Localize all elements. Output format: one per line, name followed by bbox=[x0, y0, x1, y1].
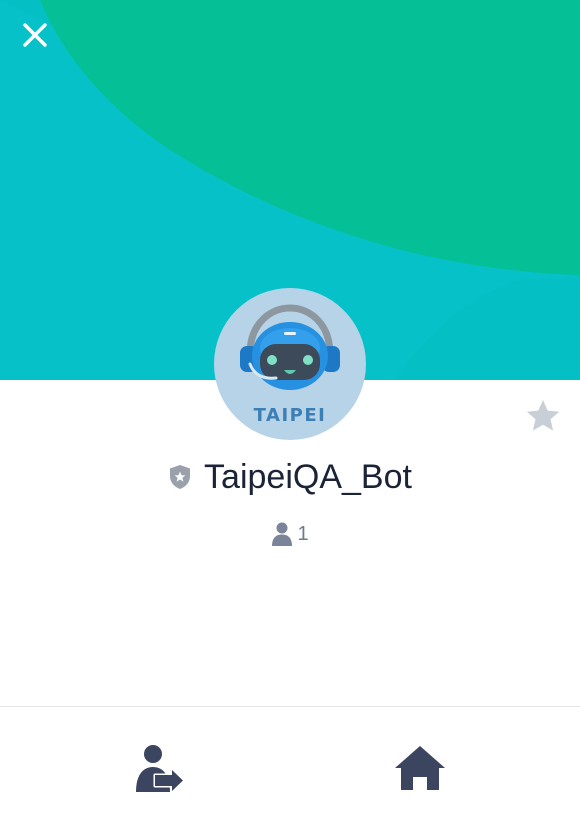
member-count[interactable]: 1 bbox=[0, 518, 580, 550]
home-button[interactable] bbox=[394, 744, 446, 792]
profile-name: TaipeiQA_Bot bbox=[204, 457, 412, 496]
favorite-button[interactable] bbox=[524, 398, 562, 434]
star-icon bbox=[526, 400, 560, 431]
add-friend-icon bbox=[136, 745, 185, 793]
home-icon bbox=[395, 746, 445, 790]
profile-name-row: TaipeiQA_Bot bbox=[0, 455, 580, 499]
shield-star-icon bbox=[170, 465, 191, 489]
divider bbox=[0, 706, 580, 707]
avatar-text: TAIPEI bbox=[253, 405, 327, 426]
person-icon bbox=[272, 522, 293, 546]
close-button[interactable] bbox=[22, 22, 60, 60]
member-count-value: 1 bbox=[297, 522, 309, 545]
close-icon bbox=[23, 23, 47, 47]
add-friend-button[interactable] bbox=[134, 742, 186, 794]
avatar[interactable]: TAIPEI bbox=[214, 288, 366, 440]
